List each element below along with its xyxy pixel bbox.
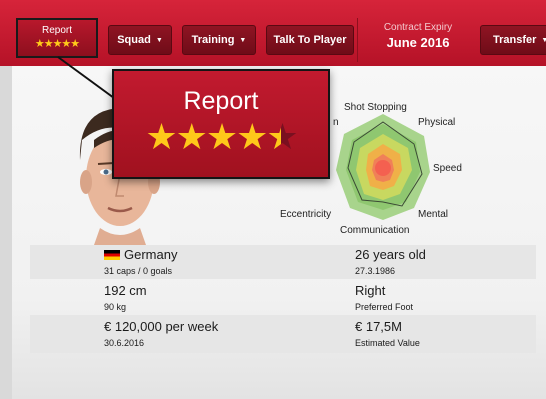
attr-label-partial: n bbox=[333, 117, 339, 128]
chevron-down-icon: ▼ bbox=[239, 36, 247, 44]
full-stars: ★★★★ bbox=[145, 116, 268, 157]
contract-caption: Contract Expiry bbox=[383, 22, 453, 33]
report-button-label: Report bbox=[41, 25, 72, 36]
player-wage: € 120,000 per week bbox=[104, 319, 219, 334]
attr-label-communication: Communication bbox=[340, 225, 410, 236]
chevron-down-icon: ▼ bbox=[541, 36, 546, 44]
attr-label-mental: Mental bbox=[418, 209, 449, 220]
player-weight: 90 kg bbox=[104, 302, 127, 312]
player-age: 26 years old bbox=[355, 247, 426, 262]
attr-label-eccentricity: Eccentricity bbox=[280, 209, 332, 220]
half-star-fill: ★ bbox=[266, 116, 281, 158]
report-button[interactable]: Report ★★★★★ bbox=[16, 18, 98, 58]
estimated-value: € 17,5M bbox=[355, 319, 402, 334]
transfer-button[interactable]: Transfer ▼ bbox=[480, 25, 546, 55]
report-callout-stars: ★★★★★★ bbox=[114, 116, 328, 158]
player-height: 192 cm bbox=[104, 283, 147, 298]
report-stars: ★★★★★ bbox=[34, 38, 80, 50]
contract-value: June 2016 bbox=[386, 35, 450, 50]
caps-goals: 31 caps / 0 goals bbox=[104, 266, 173, 276]
squad-button-label: Squad bbox=[117, 34, 151, 46]
attr-label-shot-stopping: Shot Stopping bbox=[344, 102, 407, 113]
preferred-foot: Right bbox=[355, 283, 386, 298]
contract-end-date: 30.6.2016 bbox=[104, 338, 145, 348]
attr-label-speed: Speed bbox=[433, 163, 462, 174]
preferred-foot-caption: Preferred Foot bbox=[355, 302, 414, 312]
report-callout: Report ★★★★★★ bbox=[112, 69, 330, 179]
squad-button[interactable]: Squad ▼ bbox=[108, 25, 172, 55]
contract-expiry: Contract Expiry June 2016 bbox=[368, 22, 468, 50]
half-star-icon: ★★ bbox=[266, 116, 298, 158]
report-callout-title: Report bbox=[183, 87, 259, 115]
chevron-down-icon: ▼ bbox=[155, 36, 163, 44]
germany-flag-icon bbox=[104, 250, 120, 260]
talk-button-label: Talk To Player bbox=[273, 34, 347, 46]
talk-to-player-button[interactable]: Talk To Player bbox=[266, 25, 354, 55]
nationality-text: Germany bbox=[124, 247, 178, 262]
nationality: Germany bbox=[104, 247, 177, 262]
transfer-button-label: Transfer bbox=[493, 34, 537, 46]
birth-date: 27.3.1986 bbox=[355, 266, 396, 276]
estimated-value-caption: Estimated Value bbox=[355, 338, 420, 348]
training-button-label: Training bbox=[191, 34, 235, 46]
top-toolbar: Report ★★★★★ Squad ▼ Training ▼ Talk To … bbox=[0, 0, 546, 66]
toolbar-divider bbox=[357, 18, 358, 62]
attr-label-physical: Physical bbox=[418, 117, 456, 128]
training-button[interactable]: Training ▼ bbox=[182, 25, 256, 55]
